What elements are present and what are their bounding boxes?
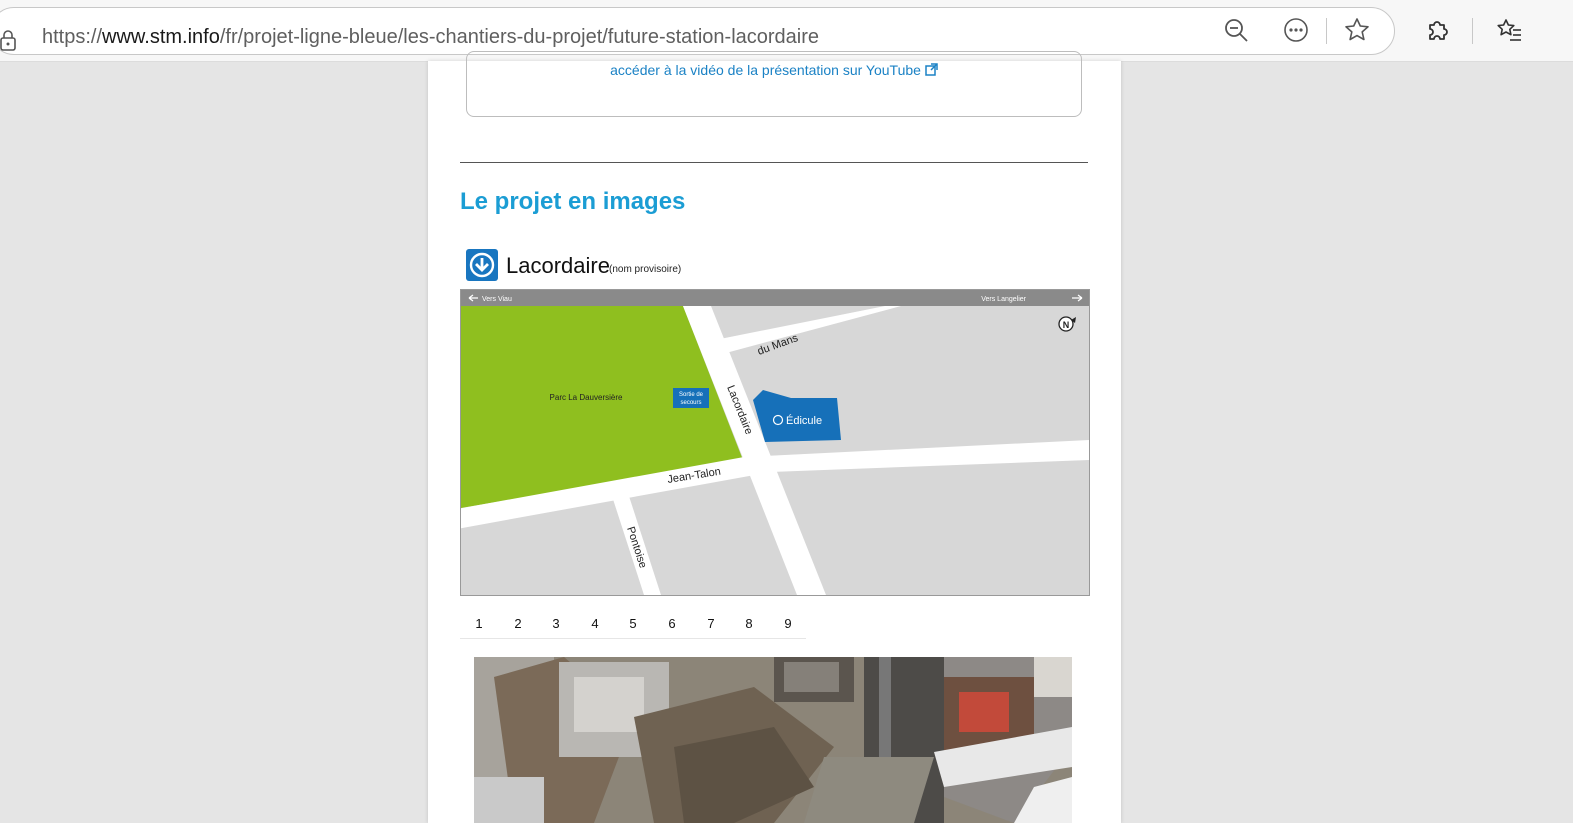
page-link-4[interactable]: 4 — [585, 616, 605, 631]
video-panel: accéder à la vidéo de la présentation su… — [466, 51, 1082, 117]
park-label: Parc La Dauversière — [550, 393, 623, 402]
emergency-exit-label-line2: secours — [680, 400, 701, 406]
page-link-1[interactable]: 1 — [469, 616, 489, 631]
url-path: /fr/projet-ligne-bleue/les-chantiers-du-… — [219, 26, 820, 48]
url-text[interactable]: https://www.stm.info/fr/projet-ligne-ble… — [42, 26, 819, 49]
youtube-link-label: accéder à la vidéo de la présentation su… — [610, 62, 921, 78]
aerial-photo — [474, 657, 1072, 823]
lock-icon[interactable] — [0, 29, 17, 51]
page-link-6[interactable]: 6 — [662, 616, 682, 631]
metro-arrow-icon — [469, 252, 495, 278]
url-domain: www.stm.info — [102, 26, 220, 48]
image-pager: 1 2 3 4 5 6 7 8 9 — [460, 610, 806, 639]
station-name-note: (nom provisoire) — [609, 264, 682, 275]
zoom-out-icon[interactable] — [1223, 17, 1249, 43]
metro-logo — [466, 249, 498, 281]
external-link-icon — [925, 63, 938, 76]
more-icon[interactable] — [1283, 17, 1309, 43]
page-link-8[interactable]: 8 — [739, 616, 759, 631]
toolbar-divider — [1472, 18, 1473, 44]
page-link-2[interactable]: 2 — [508, 616, 528, 631]
favorite-star-icon[interactable] — [1344, 17, 1370, 43]
extensions-icon[interactable] — [1424, 17, 1450, 43]
station-map: Vers Viau Vers Langelier N Parc La Dauve… — [460, 289, 1090, 596]
emergency-exit-label-line1: Sortie de — [679, 392, 704, 398]
url-prefix: https:// — [42, 26, 103, 48]
favorites-list-icon[interactable] — [1496, 17, 1522, 43]
page-link-3[interactable]: 3 — [546, 616, 566, 631]
section-title: Le projet en images — [460, 188, 686, 215]
edicule-label: Édicule — [786, 414, 822, 427]
north-label: N — [1063, 320, 1070, 330]
station-name: Lacordaire — [506, 253, 610, 278]
direction-left-label: Vers Viau — [482, 296, 512, 303]
section-divider — [460, 162, 1088, 163]
address-bar[interactable]: https://www.stm.info/fr/projet-ligne-ble… — [0, 7, 1395, 55]
page-link-9[interactable]: 9 — [778, 616, 798, 631]
youtube-video-link[interactable]: accéder à la vidéo de la présentation su… — [467, 62, 1081, 78]
page-link-7[interactable]: 7 — [701, 616, 721, 631]
page-link-5[interactable]: 5 — [623, 616, 643, 631]
page-content: accéder à la vidéo de la présentation su… — [428, 51, 1121, 823]
direction-right-label: Vers Langelier — [981, 296, 1026, 303]
toolbar-divider — [1326, 18, 1327, 44]
